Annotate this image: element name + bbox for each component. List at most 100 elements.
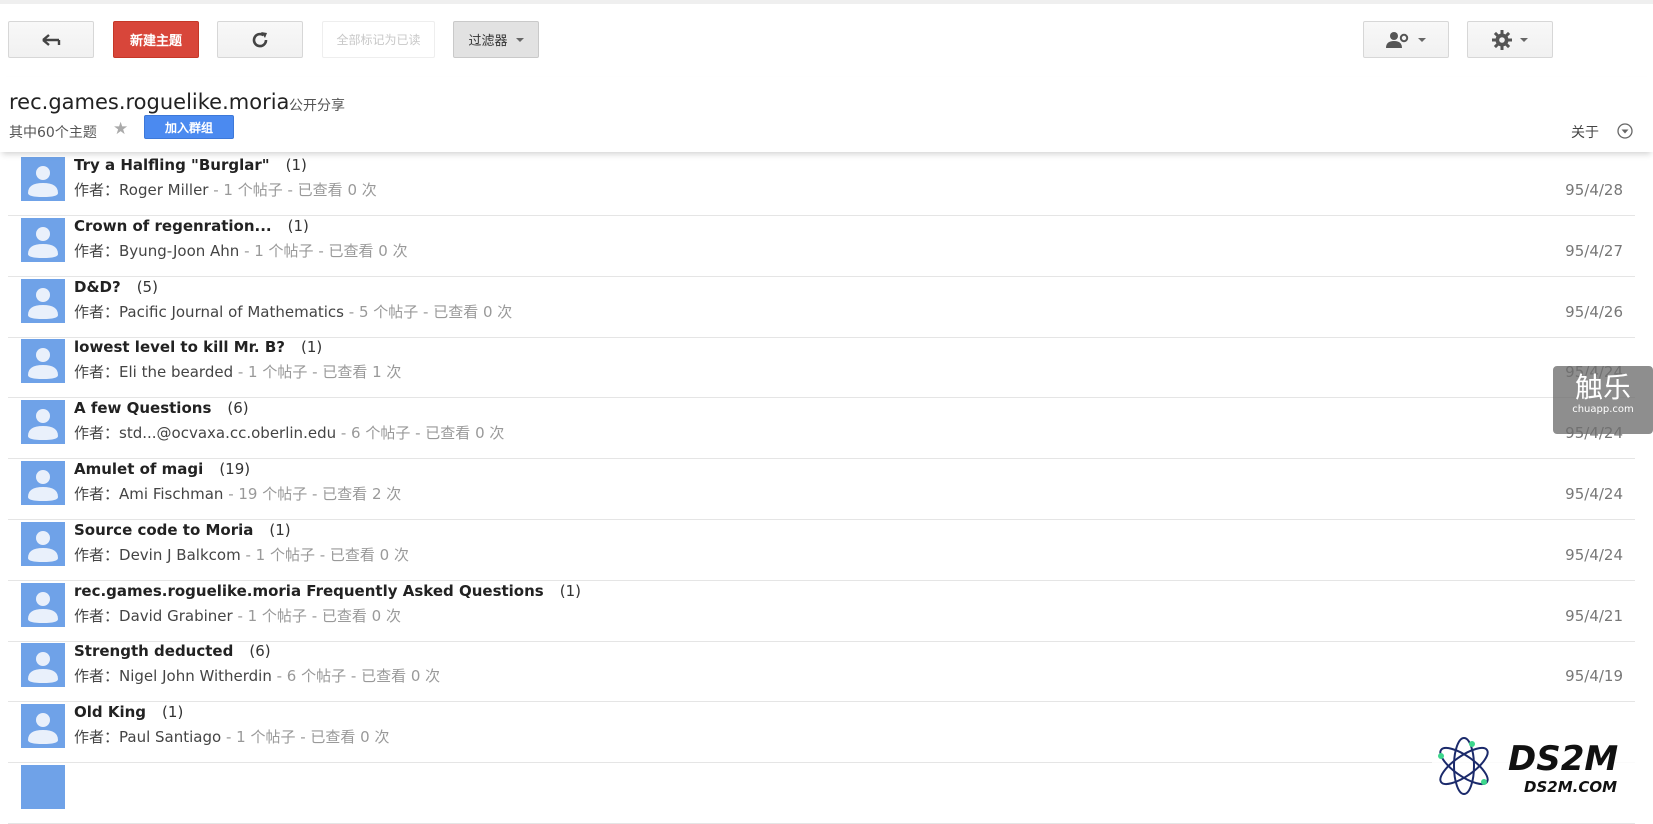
reply-count: (1) — [162, 703, 184, 722]
refresh-icon — [252, 31, 268, 47]
topic-author[interactable]: Eli the bearded — [119, 363, 233, 381]
topic-row[interactable]: rec.games.roguelike.moria Frequently Ask… — [8, 578, 1635, 642]
topic-subject[interactable]: rec.games.roguelike.moria Frequently Ask… — [74, 582, 581, 600]
topic-title[interactable]: lowest level to kill Mr. B? — [74, 338, 285, 356]
topic-date: 95/4/24 — [1565, 485, 1623, 503]
topic-row[interactable]: Crown of regenration... (1) 作者：Byung-Joon… — [8, 213, 1635, 277]
topic-stats: - 1 个帖子 - 已查看 0 次 — [221, 728, 390, 747]
topic-meta: 作者：Nigel John Witherdin - 6 个帖子 - 已查看 0 … — [74, 665, 440, 686]
topic-row-partial[interactable] — [8, 760, 1635, 824]
join-group-button[interactable]: 加入群组 — [144, 115, 234, 139]
topic-author[interactable]: Pacific Journal of Mathematics — [119, 303, 344, 321]
topic-author[interactable]: Ami Fischman — [119, 485, 223, 503]
mark-all-read-button[interactable]: 全部标记为已读 — [322, 21, 435, 58]
avatar-icon — [21, 157, 65, 201]
watermark-ds2m-url: DS2M.COM — [1524, 778, 1617, 796]
topic-author[interactable]: Paul Santiago — [119, 728, 221, 746]
topic-meta: 作者：Roger Miller - 1 个帖子 - 已查看 0 次 — [74, 179, 377, 200]
reply-count: (1) — [559, 581, 581, 600]
author-prefix: 作者： — [74, 181, 120, 199]
topic-date: 95/4/27 — [1565, 241, 1623, 260]
filter-label: 过滤器 — [468, 34, 508, 49]
topic-meta: 作者：Eli the bearded - 1 个帖子 - 已查看 1 次 — [74, 361, 401, 382]
members-settings-button[interactable] — [1363, 21, 1449, 58]
topic-title[interactable]: Strength deducted — [74, 642, 233, 660]
topic-date: 95/4/28 — [1565, 181, 1623, 199]
topic-title[interactable]: Try a Halfling "Burglar" — [74, 156, 270, 174]
topic-author[interactable]: Nigel John Witherdin — [119, 667, 272, 685]
chevron-down-icon — [515, 37, 524, 42]
avatar-icon — [21, 521, 65, 566]
topic-author[interactable]: David Grabiner — [119, 607, 233, 625]
topic-row[interactable]: Old King (1) 作者：Paul Santiago - 1 个帖子 - 已… — [8, 699, 1635, 764]
topic-row[interactable]: A few Questions (6) 作者：std...@ocvaxa.cc.o… — [8, 395, 1635, 460]
topic-title[interactable]: D&D? — [74, 278, 121, 296]
topic-subject[interactable]: Strength deducted (6) — [74, 642, 271, 660]
topic-stats: - 6 个帖子 - 已查看 0 次 — [271, 667, 441, 686]
topic-count: 其中60个主题 — [9, 125, 97, 141]
refresh-button[interactable] — [217, 21, 303, 58]
topic-row[interactable]: Strength deducted (6) 作者：Nigel John Withe… — [8, 638, 1635, 703]
new-topic-button[interactable]: 新建主题 — [113, 21, 199, 58]
topic-title[interactable]: Source code to Moria — [74, 521, 253, 539]
topic-row[interactable]: D&D? (5) 作者：Pacific Journal of Mathematic… — [8, 274, 1635, 338]
topic-title[interactable]: Amulet of magi — [74, 460, 203, 478]
reply-count: (19) — [219, 460, 251, 478]
topic-title[interactable]: A few Questions — [74, 399, 211, 417]
topic-row[interactable]: Source code to Moria (1) 作者：Devin J Balkc… — [8, 517, 1635, 581]
chuapp-watermark: 触乐 chuapp.com — [1553, 366, 1653, 434]
settings-button[interactable] — [1467, 21, 1553, 58]
topic-subject[interactable]: Crown of regenration... (1) — [74, 217, 309, 235]
topic-stats: - 6 个帖子 - 已查看 0 次 — [336, 424, 505, 443]
group-header: rec.games.roguelike.moria 公开分享 其中60个主题 ★… — [0, 77, 1653, 152]
star-icon[interactable]: ★ — [113, 119, 128, 139]
topic-date: 95/4/26 — [1565, 302, 1623, 321]
reply-count: (1) — [269, 520, 291, 539]
topic-row[interactable]: Amulet of magi (19) 作者：Ami Fischman - 19 … — [8, 456, 1635, 520]
topic-subject[interactable]: lowest level to kill Mr. B? (1) — [74, 338, 322, 356]
about-link[interactable]: 关于 — [1571, 122, 1599, 142]
topic-subject[interactable]: A few Questions (6) — [74, 399, 249, 417]
topic-subject[interactable]: D&D? (5) — [74, 278, 158, 296]
avatar-icon — [21, 217, 65, 262]
author-prefix: 作者： — [74, 545, 120, 564]
avatar-icon — [21, 582, 65, 627]
top-strip — [0, 0, 1653, 4]
back-button[interactable] — [8, 21, 94, 58]
watermark-ds2m-text: DS2M — [1508, 739, 1618, 779]
topic-author[interactable]: Devin J Balkcom — [119, 546, 241, 564]
topic-row[interactable]: Try a Halfling "Burglar" (1) 作者：Roger Mil… — [8, 152, 1635, 216]
group-title: rec.games.roguelike.moria — [9, 90, 290, 114]
topic-author[interactable]: Roger Miller — [119, 181, 208, 199]
expand-circle-icon[interactable] — [1617, 123, 1633, 139]
avatar-icon — [21, 278, 65, 323]
topic-title[interactable]: Old King — [74, 703, 146, 721]
topic-author[interactable]: std...@ocvaxa.cc.oberlin.edu — [119, 424, 336, 442]
author-prefix: 作者： — [74, 667, 120, 686]
topic-meta: 作者：David Grabiner - 1 个帖子 - 已查看 0 次 — [74, 605, 401, 626]
watermark-url: chuapp.com — [1572, 404, 1634, 415]
topic-title[interactable]: rec.games.roguelike.moria Frequently Ask… — [74, 582, 544, 600]
topic-stats: - 19 个帖子 - 已查看 2 次 — [223, 485, 402, 503]
reply-count: (6) — [249, 642, 271, 661]
author-prefix: 作者： — [74, 424, 120, 443]
topic-subject[interactable]: Source code to Moria (1) — [74, 521, 291, 539]
topic-subject[interactable]: Amulet of magi (19) — [74, 460, 250, 478]
topic-row[interactable]: lowest level to kill Mr. B? (1) 作者：Eli th… — [8, 334, 1635, 399]
topic-stats: - 1 个帖子 - 已查看 0 次 — [239, 241, 408, 260]
avatar-icon — [21, 704, 65, 749]
avatar-icon — [21, 339, 65, 384]
topic-author[interactable]: Byung-Joon Ahn — [119, 242, 239, 260]
filter-button[interactable]: 过滤器 — [453, 21, 539, 58]
topic-subject[interactable]: Try a Halfling "Burglar" (1) — [74, 156, 307, 174]
topic-stats: - 1 个帖子 - 已查看 1 次 — [233, 363, 402, 382]
topic-meta: 作者：Byung-Joon Ahn - 1 个帖子 - 已查看 0 次 — [74, 240, 408, 261]
topic-stats: - 1 个帖子 - 已查看 0 次 — [208, 181, 377, 199]
topic-subject[interactable]: Old King (1) — [74, 703, 183, 721]
topic-title[interactable]: Crown of regenration... — [74, 217, 272, 235]
topic-stats: - 5 个帖子 - 已查看 0 次 — [344, 302, 513, 321]
topic-meta: 作者：Paul Santiago - 1 个帖子 - 已查看 0 次 — [74, 726, 389, 747]
author-prefix: 作者： — [74, 728, 120, 747]
topic-meta: 作者：Ami Fischman - 19 个帖子 - 已查看 2 次 — [74, 483, 401, 504]
author-prefix: 作者： — [74, 363, 120, 382]
